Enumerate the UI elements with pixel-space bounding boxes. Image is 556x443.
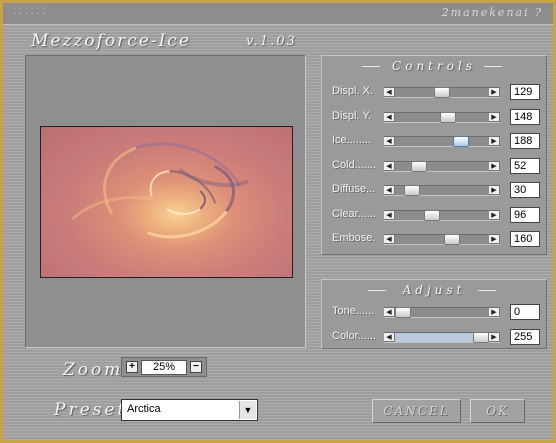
zoom-value: 25%	[141, 360, 187, 375]
right-arrow-icon[interactable]: ▶	[489, 112, 500, 122]
slider-row: Displ. X. ◀ ▶ 129	[322, 83, 546, 101]
left-arrow-icon[interactable]: ◀	[384, 333, 395, 342]
controls-panel: Controls Displ. X. ◀ ▶ 129 Displ. Y. ◀ ▶ 148 Ice…	[321, 55, 547, 255]
left-arrow-icon[interactable]: ◀	[384, 88, 395, 97]
slider-thumb[interactable]	[434, 87, 451, 98]
slider-row: Color...... ◀ ▶ 255	[322, 328, 546, 346]
preset-label: Preset	[54, 400, 128, 420]
right-arrow-icon[interactable]: ▶	[489, 235, 500, 244]
left-arrow-icon[interactable]: ◀	[384, 186, 395, 195]
author-credit: 2manekenai ?	[441, 6, 543, 19]
zoom-in-button[interactable]: +	[126, 361, 138, 373]
cancel-button[interactable]: CANCEL	[372, 399, 461, 423]
right-arrow-icon[interactable]: ▶	[489, 88, 500, 97]
slider-track[interactable]: ◀ ▶	[384, 209, 500, 221]
slider-value-input[interactable]: 96	[510, 206, 540, 223]
right-arrow-icon[interactable]: ▶	[489, 308, 500, 317]
slider-track[interactable]: ◀ ▶	[384, 160, 500, 172]
decorative-dots: ⁚⁚⁚⁚⁚⁚	[13, 7, 49, 17]
ok-button[interactable]: OK	[470, 399, 525, 423]
slider-value-input[interactable]: 52	[510, 157, 540, 174]
slider-value-input[interactable]: 148	[510, 108, 540, 125]
slider-label: Ice........	[332, 134, 372, 146]
chevron-down-icon[interactable]: ▼	[239, 401, 256, 419]
slider-label: Clear......	[332, 207, 377, 220]
slider-value-input[interactable]: 188	[510, 133, 540, 149]
slider-track[interactable]: ◀ ▶	[384, 234, 500, 245]
slider-fill	[384, 333, 481, 342]
slider-row: Cold....... ◀ ▶ 52	[322, 157, 546, 175]
left-arrow-icon[interactable]: ◀	[384, 112, 395, 122]
controls-title: Controls	[392, 59, 476, 73]
slider-thumb[interactable]	[404, 185, 421, 196]
adjust-panel: Adjust Tone...... ◀ ▶ 0 Color...... ◀ ▶ 255	[321, 279, 547, 349]
title-strip: ⁚⁚⁚⁚⁚⁚ 2manekenai ?	[3, 3, 553, 25]
slider-label: Tone......	[332, 305, 375, 317]
right-arrow-icon[interactable]: ▶	[489, 161, 500, 171]
slider-thumb[interactable]	[395, 307, 411, 318]
preset-dropdown[interactable]: Arctica ▼	[121, 399, 258, 421]
zoom-label: Zoom	[63, 360, 124, 380]
app-version: v.1.03	[246, 34, 297, 49]
slider-thumb[interactable]	[443, 234, 460, 245]
slider-thumb[interactable]	[424, 209, 441, 221]
slider-thumb[interactable]	[473, 332, 489, 343]
slider-thumb[interactable]	[440, 111, 457, 123]
slider-label: Diffuse...	[332, 183, 376, 195]
right-arrow-icon[interactable]: ▶	[489, 186, 500, 195]
right-arrow-icon[interactable]: ▶	[489, 210, 500, 220]
slider-track[interactable]: ◀ ▶	[384, 185, 500, 196]
right-arrow-icon[interactable]: ▶	[489, 333, 500, 342]
slider-label: Displ. X.	[332, 85, 373, 97]
adjust-title: Adjust	[402, 283, 466, 297]
slider-row: Diffuse... ◀ ▶ 30	[322, 181, 546, 199]
slider-row: Embose. ◀ ▶ 160	[322, 230, 546, 248]
zoom-out-button[interactable]: −	[190, 361, 202, 373]
slider-row: Ice........ ◀ ▶ 188	[322, 132, 546, 150]
zoom-control: + 25% −	[121, 357, 207, 377]
slider-row: Tone...... ◀ ▶ 0	[322, 303, 546, 321]
slider-track[interactable]: ◀ ▶	[384, 307, 500, 318]
left-arrow-icon[interactable]: ◀	[384, 137, 395, 146]
slider-value-input[interactable]: 255	[510, 329, 540, 345]
preview-image[interactable]	[40, 126, 293, 278]
app-title: Mezzoforce-Ice	[31, 31, 191, 51]
slider-track[interactable]: ◀ ▶	[384, 332, 500, 343]
slider-label: Cold.......	[332, 158, 377, 171]
slider-label: Embose.	[332, 232, 376, 244]
slider-thumb[interactable]	[452, 136, 469, 147]
plugin-window: ⁚⁚⁚⁚⁚⁚ 2manekenai ? Mezzoforce-Ice v.1.0…	[0, 0, 556, 443]
left-arrow-icon[interactable]: ◀	[384, 308, 395, 317]
left-arrow-icon[interactable]: ◀	[384, 210, 395, 220]
slider-row: Displ. Y. ◀ ▶ 148	[322, 108, 546, 126]
slider-thumb[interactable]	[410, 160, 427, 172]
slider-label: Color......	[332, 330, 377, 342]
slider-track[interactable]: ◀ ▶	[384, 136, 500, 147]
slider-label: Displ. Y.	[332, 109, 372, 122]
slider-value-input[interactable]: 160	[510, 231, 540, 247]
preset-selected-value: Arctica	[127, 403, 161, 415]
left-arrow-icon[interactable]: ◀	[384, 161, 395, 171]
right-arrow-icon[interactable]: ▶	[489, 137, 500, 146]
left-arrow-icon[interactable]: ◀	[384, 235, 395, 244]
slider-track[interactable]: ◀ ▶	[384, 111, 500, 123]
slider-value-input[interactable]: 30	[510, 182, 540, 198]
slider-row: Clear...... ◀ ▶ 96	[322, 206, 546, 224]
slider-track[interactable]: ◀ ▶	[384, 87, 500, 98]
slider-value-input[interactable]: 0	[510, 304, 540, 320]
slider-value-input[interactable]: 129	[510, 84, 540, 100]
preview-panel	[25, 55, 306, 348]
